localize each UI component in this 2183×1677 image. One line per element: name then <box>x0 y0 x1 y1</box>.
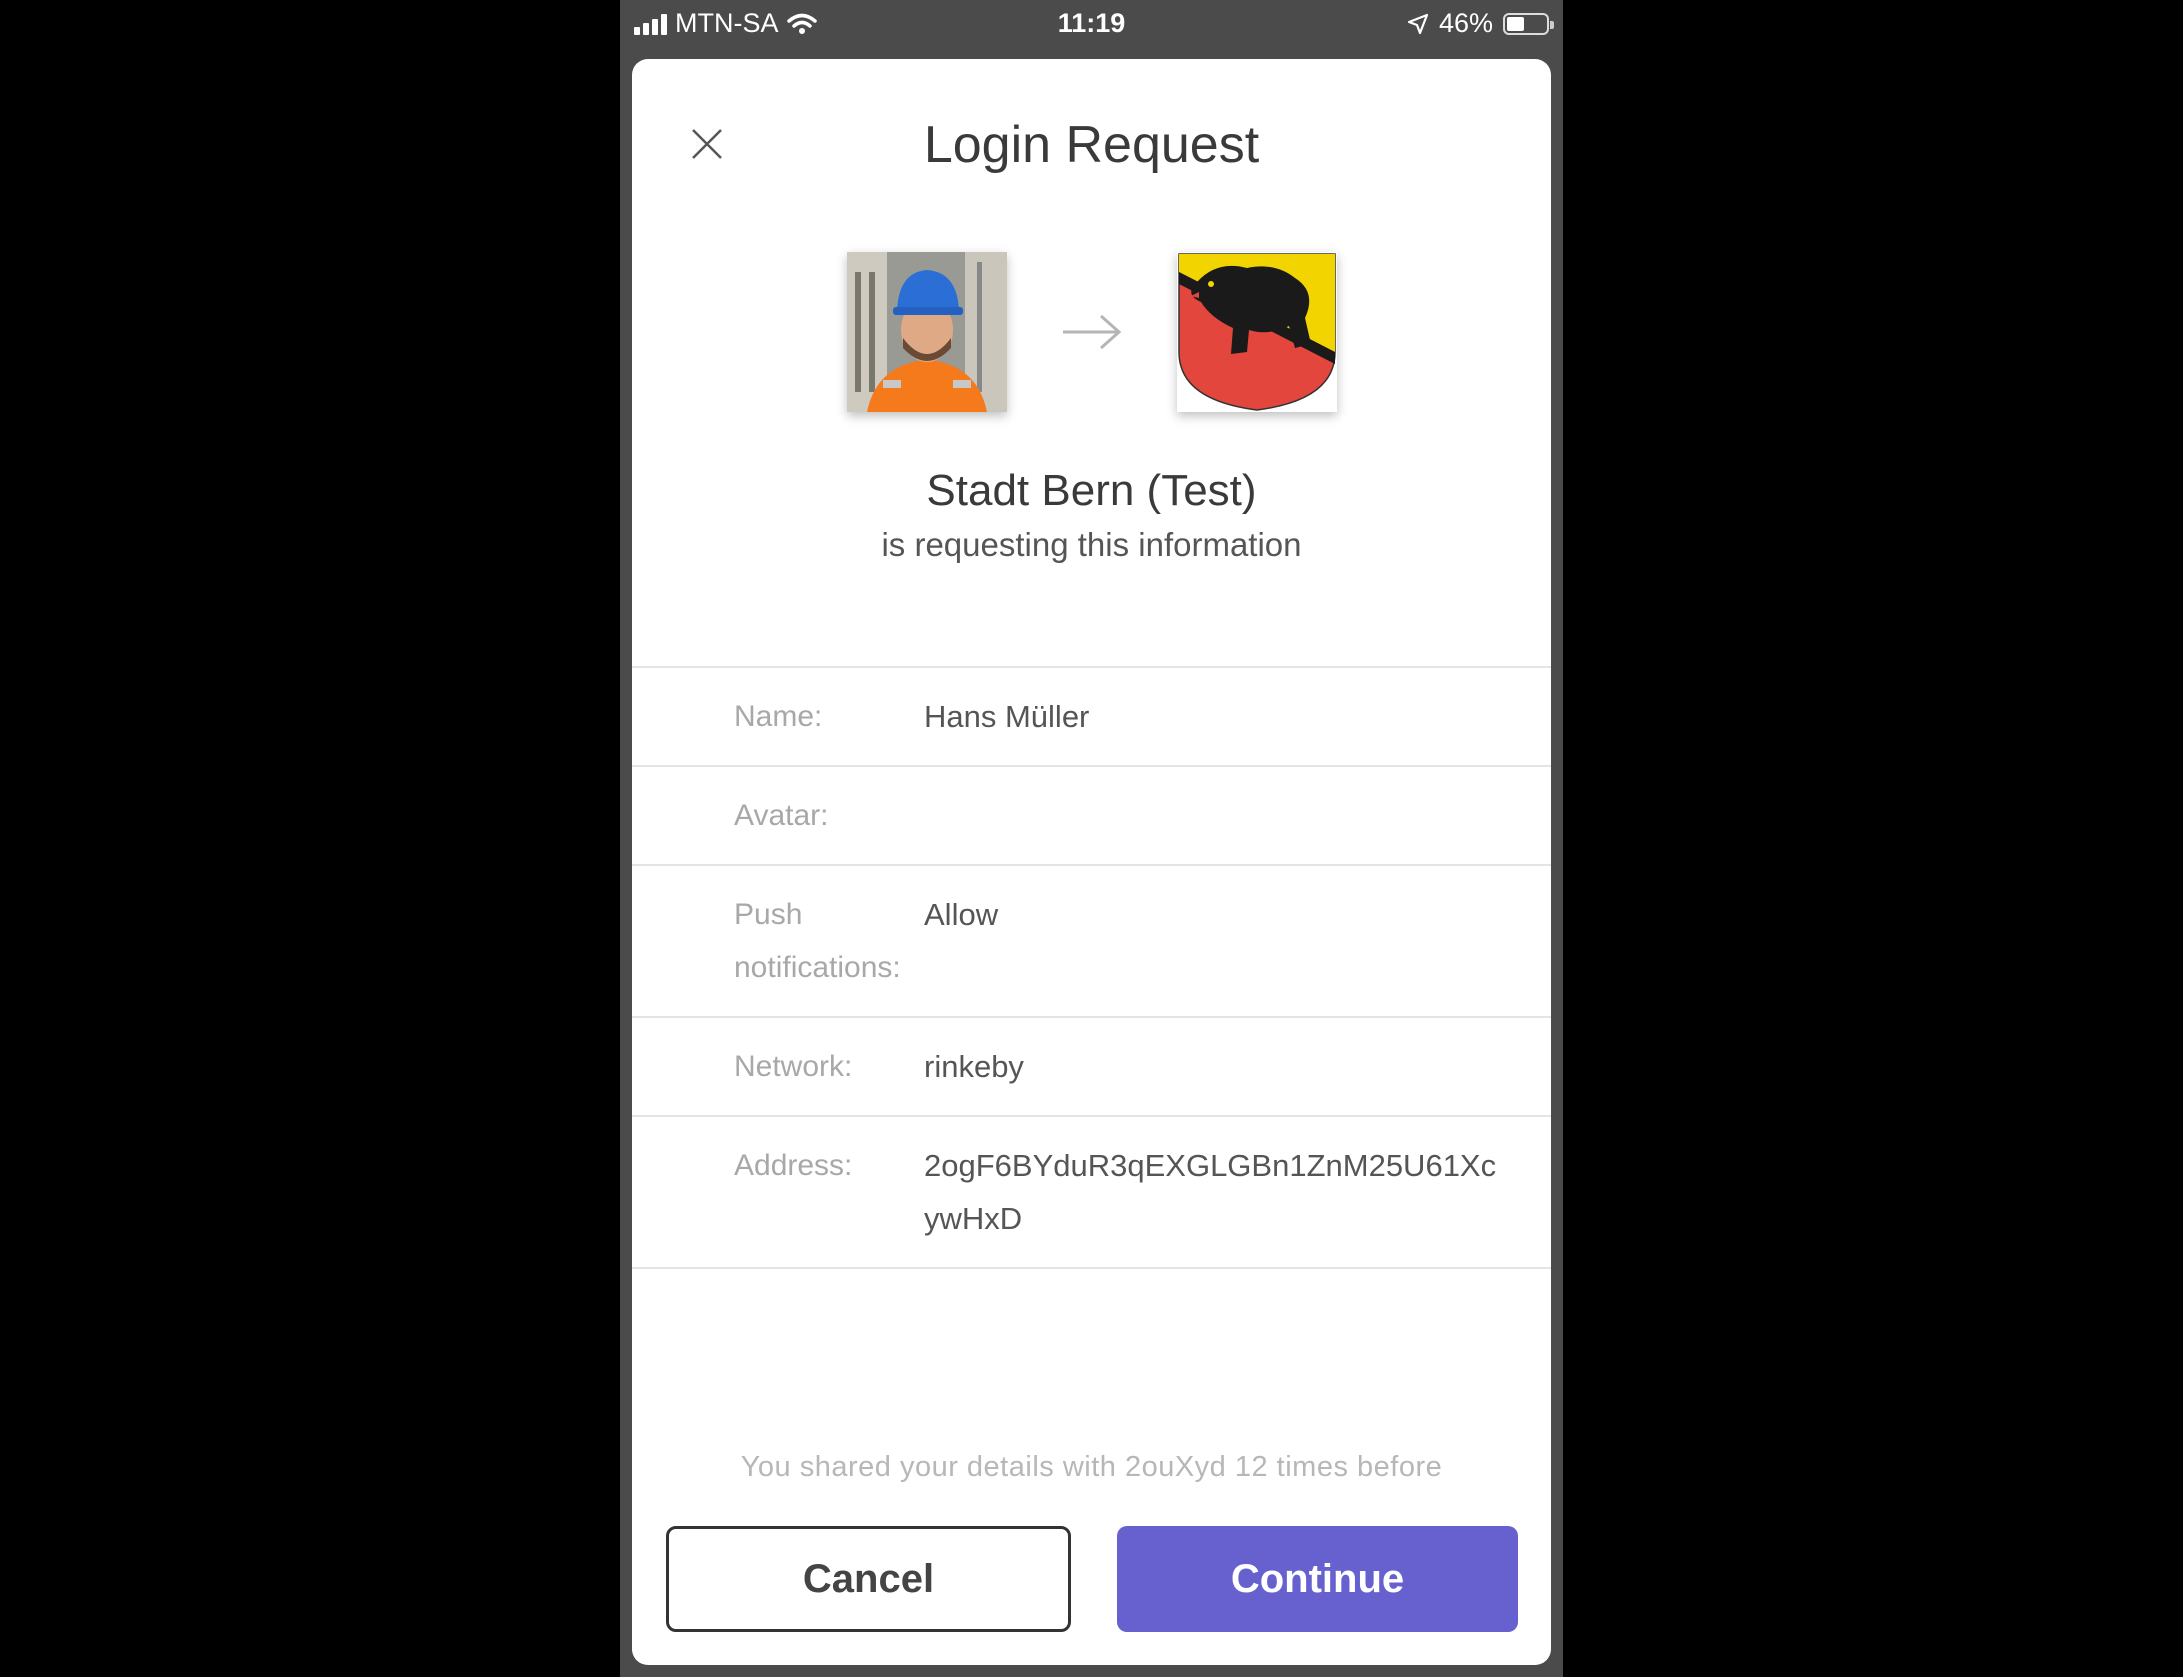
arrow-right-icon <box>1063 314 1122 350</box>
cancel-button[interactable]: Cancel <box>666 1526 1071 1632</box>
field-value: Allow <box>924 897 999 932</box>
field-label: Address: <box>734 1149 853 1182</box>
field-row-push-notifications: Push notifications: Allow <box>632 866 1551 1018</box>
requester-subtitle: is requesting this information <box>881 526 1302 563</box>
field-value: rinkeby <box>924 1049 1024 1084</box>
status-right: 46% <box>1407 8 1554 39</box>
phone-screen: MTN-SA 11:19 46% Login Request Stadt Ber… <box>620 0 1563 1677</box>
field-row-name: Name: Hans Müller <box>632 668 1551 767</box>
organization-avatar <box>1177 252 1337 412</box>
field-row-address: Address: 2ogF6BYduR3qEXGLGBn1ZnM25U61Xcy… <box>632 1117 1551 1269</box>
user-avatar <box>847 252 1007 412</box>
field-row-avatar: Avatar: <box>632 767 1551 866</box>
login-request-sheet: Login Request Stadt Bern (Test) is reque… <box>632 59 1551 1665</box>
battery-level-fill <box>1507 16 1524 31</box>
field-value: 2ogF6BYduR3qEXGLGBn1ZnM25U61XcywHxD <box>924 1148 1497 1236</box>
shared-history-note: You shared your details with 2ouXyd 12 t… <box>740 1451 1443 1483</box>
identity-pair <box>632 252 1551 417</box>
battery-percent: 46% <box>1438 8 1493 38</box>
requester-name: Stadt Bern (Test) <box>926 466 1257 515</box>
continue-button[interactable]: Continue <box>1117 1526 1518 1632</box>
field-label: Name: <box>734 700 823 733</box>
dialog-title: Login Request <box>923 116 1260 174</box>
field-label: Push notifications: <box>734 898 901 984</box>
battery-icon <box>1503 12 1554 35</box>
field-label: Avatar: <box>734 799 829 832</box>
field-row-network: Network: rinkeby <box>632 1018 1551 1117</box>
field-label: Network: <box>734 1050 853 1083</box>
field-value <box>924 767 964 864</box>
location-arrow-icon <box>1407 13 1429 34</box>
requested-fields: Name: Hans Müller Avatar: Push notificat… <box>632 666 1551 1269</box>
status-bar: MTN-SA 11:19 46% <box>620 0 1563 50</box>
field-value: Hans Müller <box>924 699 1090 734</box>
